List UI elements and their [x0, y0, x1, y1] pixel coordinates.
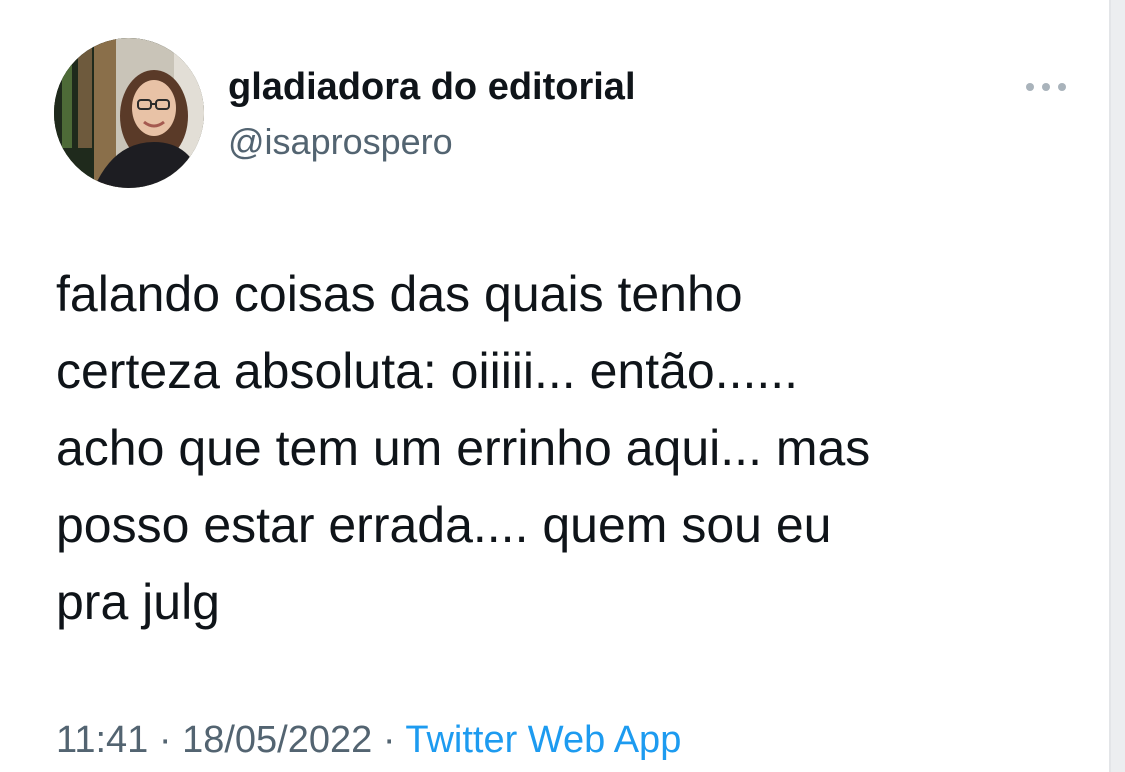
more-dots-icon — [1026, 83, 1066, 91]
tweet-text-line: certeza absoluta: oiiiii... então...... — [56, 343, 799, 399]
avatar[interactable] — [54, 38, 204, 188]
tweet-text-line: acho que tem um errinho aqui... mas — [56, 420, 871, 476]
tweet-date[interactable]: 18/05/2022 — [182, 719, 372, 761]
more-options-button[interactable] — [1018, 72, 1074, 102]
author-display-name[interactable]: gladiadora do editorial — [228, 63, 636, 111]
tweet-text-line: pra julg — [56, 574, 220, 630]
tweet-time[interactable]: 11:41 — [56, 719, 148, 761]
author-handle[interactable]: @isaprospero — [228, 120, 453, 164]
tweet-source-link[interactable]: Twitter Web App — [405, 719, 681, 761]
tweet-text-line: posso estar errada.... quem sou eu — [56, 497, 832, 553]
tweet-meta: 11:41 · 18/05/2022 · Twitter Web App — [56, 716, 681, 764]
scrollbar[interactable] — [1109, 0, 1125, 772]
tweet-text-line: falando coisas das quais tenho — [56, 266, 743, 322]
meta-separator: · — [158, 719, 172, 761]
tweet-card: gladiadora do editorial @isaprospero fal… — [0, 0, 1108, 772]
meta-separator: · — [382, 719, 396, 761]
profile-photo-icon — [54, 38, 204, 188]
tweet-text: falando coisas das quais tenho certeza a… — [56, 256, 1066, 641]
